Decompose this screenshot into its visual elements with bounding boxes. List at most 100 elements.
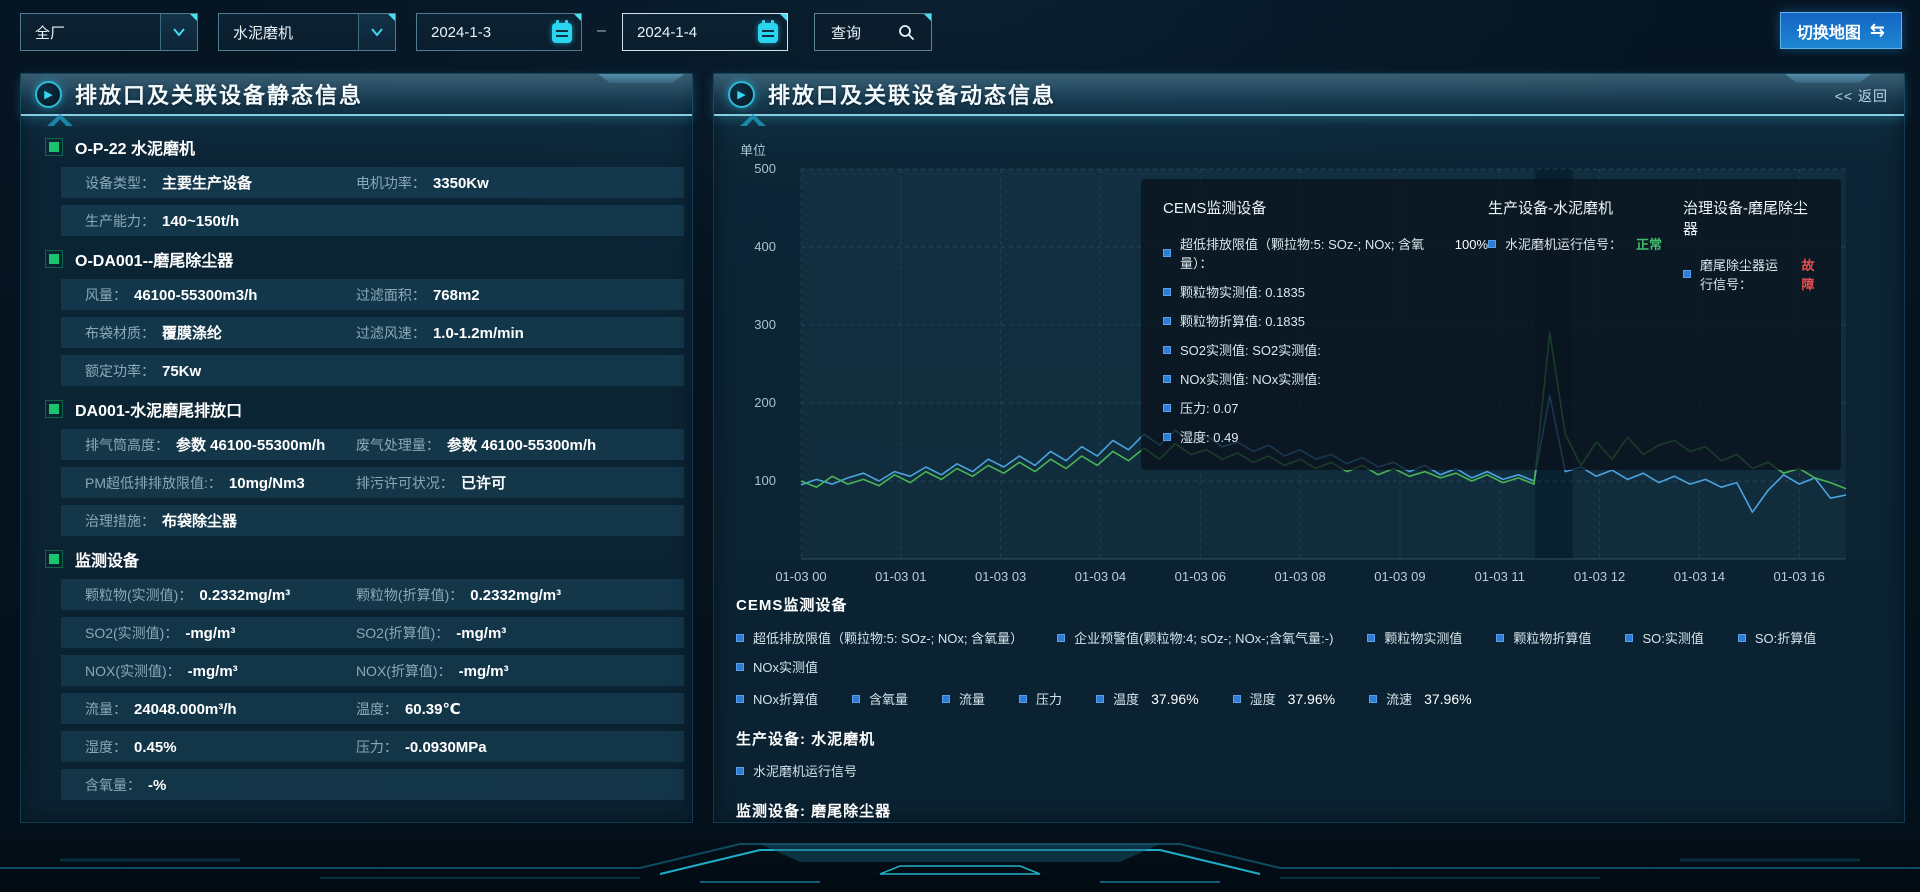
tooltip-cems-column: CEMS监测设备 超低排放限值（颗拉物:5: SOz-; NOx; 含氧量）：1… bbox=[1163, 197, 1488, 456]
legend-item-label: 温度 bbox=[1113, 689, 1139, 708]
legend-item[interactable]: SO:折算值 bbox=[1738, 628, 1816, 647]
field-value: 0.2332mg/m³ bbox=[470, 587, 561, 604]
tooltip-treatment-item: 磨尾除尘器运行信号： 故障 bbox=[1683, 255, 1819, 293]
legend-item[interactable]: 超低排放限值（颗拉物:5: SOz-; NOx; 含氧量） bbox=[736, 628, 1023, 647]
tooltip-item: NOx实测值: NOx实测值: bbox=[1163, 369, 1488, 388]
field-value: -mg/m³ bbox=[185, 625, 235, 642]
legend-item[interactable]: 温度37.96% bbox=[1096, 689, 1199, 708]
field-label: 过滤面积： bbox=[356, 285, 426, 305]
legend-item[interactable]: 流速37.96% bbox=[1369, 689, 1472, 708]
legend-item[interactable]: 颗粒物折算值 bbox=[1496, 628, 1591, 647]
field-value: 768m2 bbox=[433, 287, 480, 304]
info-cell: NOX(折算值)：-mg/m³ bbox=[356, 661, 674, 681]
legend-item[interactable]: 压力 bbox=[1019, 689, 1062, 708]
svg-text:01-03 00: 01-03 00 bbox=[775, 569, 826, 584]
switch-map-button[interactable]: 切换地图 ⇆ bbox=[1780, 12, 1902, 49]
back-link[interactable]: << 返回 bbox=[1835, 86, 1888, 106]
field-label: 压力： bbox=[356, 737, 398, 757]
field-label: 温度： bbox=[356, 699, 398, 719]
tooltip-item-text: 压力: 0.07 bbox=[1180, 398, 1239, 417]
start-date-input[interactable]: 2024-1-3 bbox=[416, 13, 582, 51]
tooltip-item: 颗粒物折算值: 0.1835 bbox=[1163, 311, 1488, 330]
field-label: 含氧量： bbox=[85, 775, 141, 795]
chevron-down-icon bbox=[371, 28, 383, 36]
legend-item-value: 37.96% bbox=[1288, 691, 1335, 707]
field-label: PM超低排排放限值:： bbox=[85, 473, 222, 493]
info-row: 风量：46100-55300m3/h过滤面积：768m2 bbox=[61, 279, 684, 310]
legend-marker-icon bbox=[1163, 249, 1171, 257]
device-select-arrow[interactable] bbox=[358, 14, 395, 50]
field-label: SO2(折算值)： bbox=[356, 623, 449, 643]
legend-item[interactable]: 湿度37.96% bbox=[1233, 689, 1336, 708]
legend-marker-icon bbox=[942, 695, 950, 703]
plant-select-arrow[interactable] bbox=[160, 14, 197, 50]
tooltip-item: SO2实测值: SO2实测值: bbox=[1163, 340, 1488, 359]
svg-text:单位: 单位 bbox=[740, 143, 766, 158]
field-value: 140~150t/h bbox=[162, 213, 239, 230]
legend-item-production-signal[interactable]: 水泥磨机运行信号 bbox=[736, 761, 1886, 780]
svg-text:01-03 12: 01-03 12 bbox=[1574, 569, 1625, 584]
field-value: 75Kw bbox=[162, 363, 201, 380]
field-value: -mg/m³ bbox=[459, 663, 509, 680]
section-title-label: O-P-22 水泥磨机 bbox=[75, 135, 195, 159]
svg-text:300: 300 bbox=[754, 317, 776, 332]
legend-item[interactable]: NOx折算值 bbox=[736, 689, 818, 708]
field-label: NOX(实测值)： bbox=[85, 661, 181, 681]
legend-marker-icon bbox=[1163, 346, 1171, 354]
calendar-icon[interactable] bbox=[755, 20, 781, 46]
section-title-label: DA001-水泥磨尾排放口 bbox=[75, 397, 242, 421]
tooltip-item-value: 100% bbox=[1455, 237, 1488, 252]
legend-item[interactable]: 颗粒物实测值 bbox=[1367, 628, 1462, 647]
field-label: 电机功率： bbox=[356, 173, 426, 193]
plant-select[interactable]: 全厂 bbox=[20, 13, 198, 51]
tooltip-item-text: 颗粒物实测值: 0.1835 bbox=[1180, 282, 1305, 301]
legend-monitor-title: 监测设备: 磨尾除尘器 bbox=[736, 800, 1886, 821]
info-cell: SO2(实测值)：-mg/m³ bbox=[85, 623, 356, 643]
tooltip-item-text: NOx实测值: NOx实测值: bbox=[1180, 369, 1321, 388]
legend-marker-icon bbox=[736, 767, 744, 775]
calendar-icon[interactable] bbox=[549, 20, 575, 46]
info-cell: 电机功率：3350Kw bbox=[356, 173, 674, 193]
legend-item-label: SO:折算值 bbox=[1755, 628, 1816, 647]
info-cell: 废气处理量：参数 46100-55300m/h bbox=[356, 434, 674, 455]
field-label: 流量： bbox=[85, 699, 127, 719]
info-row: 湿度：0.45%压力：-0.0930MPa bbox=[61, 731, 684, 762]
field-value: 1.0-1.2m/min bbox=[433, 325, 524, 342]
info-row: SO2(实测值)：-mg/m³SO2(折算值)： -mg/m³ bbox=[61, 617, 684, 648]
tooltip-item-text: 颗粒物折算值: 0.1835 bbox=[1180, 311, 1305, 330]
svg-text:01-03 06: 01-03 06 bbox=[1175, 569, 1226, 584]
field-value: 布袋除尘器 bbox=[162, 510, 237, 531]
field-value: -mg/m³ bbox=[456, 625, 506, 642]
field-label: 过滤风速： bbox=[356, 323, 426, 343]
static-info-panel: ▶ 排放口及关联设备静态信息 O-P-22 水泥磨机设备类型：主要生产设备电机功… bbox=[20, 73, 693, 823]
legend-marker-icon bbox=[1163, 404, 1171, 412]
section-title: DA001-水泥磨尾排放口 bbox=[49, 397, 692, 421]
green-square-icon bbox=[49, 554, 59, 564]
device-select[interactable]: 水泥磨机 bbox=[218, 13, 396, 51]
legend-item[interactable]: SO:实测值 bbox=[1625, 628, 1703, 647]
legend-item-label: 颗粒物折算值 bbox=[1513, 628, 1591, 647]
query-button[interactable]: 查询 bbox=[814, 13, 932, 51]
tooltip-item: 湿度: 0.49 bbox=[1163, 427, 1488, 446]
legend-item[interactable]: 含氧量 bbox=[852, 689, 908, 708]
svg-text:01-03 09: 01-03 09 bbox=[1374, 569, 1425, 584]
info-row: 生产能力：140~150t/h bbox=[61, 205, 684, 236]
legend-item[interactable]: 流量 bbox=[942, 689, 985, 708]
legend-marker-icon bbox=[1163, 288, 1171, 296]
legend-marker-icon bbox=[736, 695, 744, 703]
legend-row-2: NOx折算值含氧量流量压力温度37.96%湿度37.96%流速37.96% bbox=[736, 689, 1886, 708]
legend-item-label: NOx实测值 bbox=[753, 657, 818, 676]
info-row: PM超低排排放限值:：10mg/Nm3排污许可状况：已许可 bbox=[61, 467, 684, 498]
legend-item[interactable]: NOx实测值 bbox=[736, 657, 818, 676]
tooltip-cems-title: CEMS监测设备 bbox=[1163, 197, 1488, 218]
end-date-input[interactable]: 2024-1-4 bbox=[622, 13, 788, 51]
field-value: 主要生产设备 bbox=[162, 172, 252, 193]
footer-decoration bbox=[0, 830, 1920, 892]
legend-item-label: NOx折算值 bbox=[753, 689, 818, 708]
info-row: 布袋材质：覆膜涤纶过滤风速：1.0-1.2m/min bbox=[61, 317, 684, 348]
svg-text:01-03 11: 01-03 11 bbox=[1475, 569, 1525, 584]
legend-item[interactable]: 企业预警值(颗粒物:4; sOz-; NOx-;含氧气量:-) bbox=[1057, 628, 1333, 647]
legend-marker-icon bbox=[1163, 433, 1171, 441]
search-icon bbox=[898, 24, 915, 41]
dynamic-panel-title: 排放口及关联设备动态信息 bbox=[768, 78, 1056, 110]
